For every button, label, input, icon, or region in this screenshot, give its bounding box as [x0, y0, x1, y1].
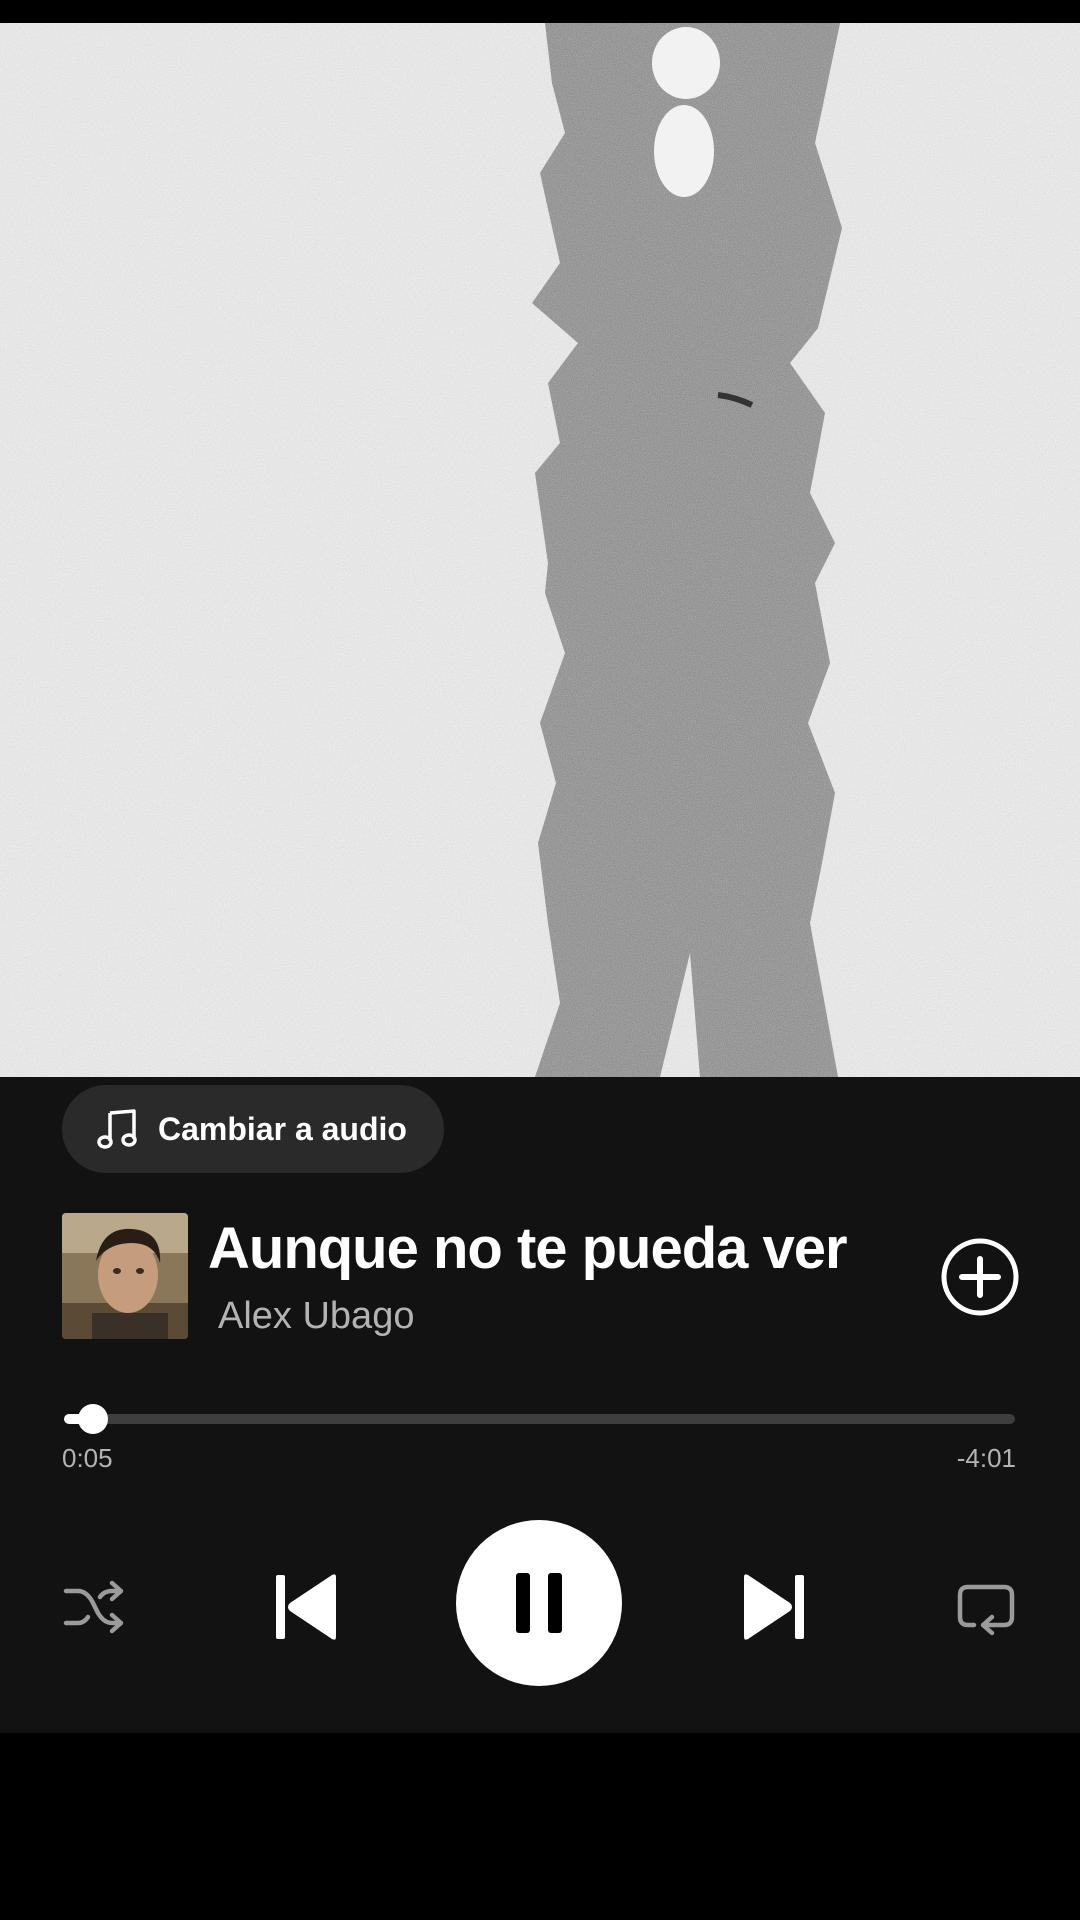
navigation-bar-area: [0, 1733, 1080, 1920]
skip-next-icon: [738, 1574, 808, 1649]
progress-bar[interactable]: [64, 1404, 1015, 1434]
remaining-time: -4:01: [956, 1443, 1016, 1473]
video-canvas[interactable]: [0, 23, 1080, 1077]
artist-name[interactable]: Alex Ubago: [218, 1295, 414, 1338]
shuffle-icon: [62, 1580, 126, 1643]
music-note-icon: [96, 1107, 140, 1151]
shuffle-button[interactable]: [62, 1575, 126, 1639]
pause-button[interactable]: [456, 1520, 622, 1686]
next-track-button[interactable]: [738, 1569, 808, 1645]
switch-to-audio-button[interactable]: Cambiar a audio: [62, 1085, 444, 1173]
repeat-icon: [954, 1584, 1018, 1643]
previous-track-button[interactable]: [272, 1569, 342, 1645]
repeat-button[interactable]: [954, 1575, 1018, 1639]
music-player-screen: Cambiar a audio Aunque no te pueda ver A…: [0, 0, 1080, 1920]
artist-portrait-image: [62, 1213, 188, 1339]
add-to-library-button[interactable]: [940, 1237, 1020, 1317]
skip-previous-icon: [272, 1574, 342, 1649]
pause-icon: [456, 1573, 622, 1690]
elapsed-time: 0:05: [62, 1443, 113, 1473]
player-panel: Cambiar a audio Aunque no te pueda ver A…: [0, 1077, 1080, 1733]
switch-to-audio-label: Cambiar a audio: [158, 1110, 407, 1147]
figure-silhouette: [532, 23, 842, 1077]
plus-circle-icon: [940, 1238, 1020, 1321]
progress-scrubber-handle[interactable]: [77, 1404, 108, 1434]
song-title[interactable]: Aunque no te pueda ver: [208, 1215, 898, 1282]
video-frame-artwork: [0, 23, 1080, 1077]
status-bar: [0, 0, 1080, 23]
album-artwork[interactable]: [62, 1213, 188, 1339]
